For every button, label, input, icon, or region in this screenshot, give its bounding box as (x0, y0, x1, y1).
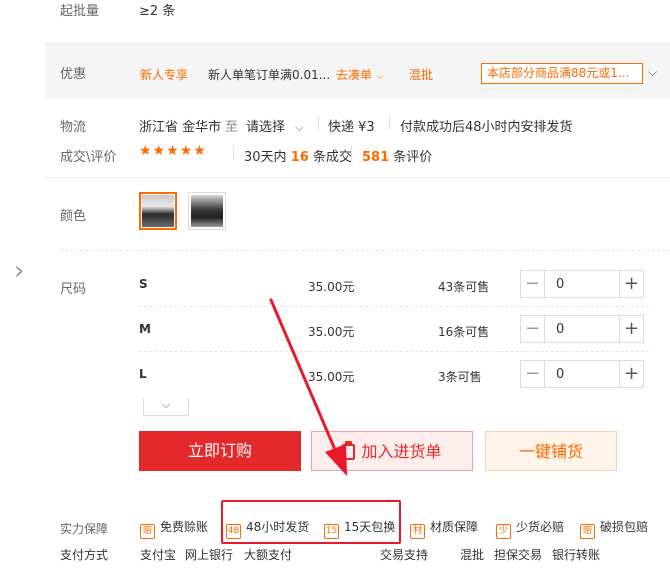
trade-support-item: 混批 (460, 548, 485, 562)
payment-method: 大额支付 (244, 548, 293, 562)
trade-support-item: 银行转账 (552, 548, 601, 562)
payment-label: 支付方式 (60, 548, 109, 562)
trade-support-item: 担保交易 (494, 548, 543, 562)
trade-support-label: 交易支持 (380, 548, 429, 562)
payment-method: 支付宝 (140, 548, 177, 562)
annotation-arrow-icon (269, 298, 347, 476)
payment-method: 网上银行 (185, 548, 234, 562)
